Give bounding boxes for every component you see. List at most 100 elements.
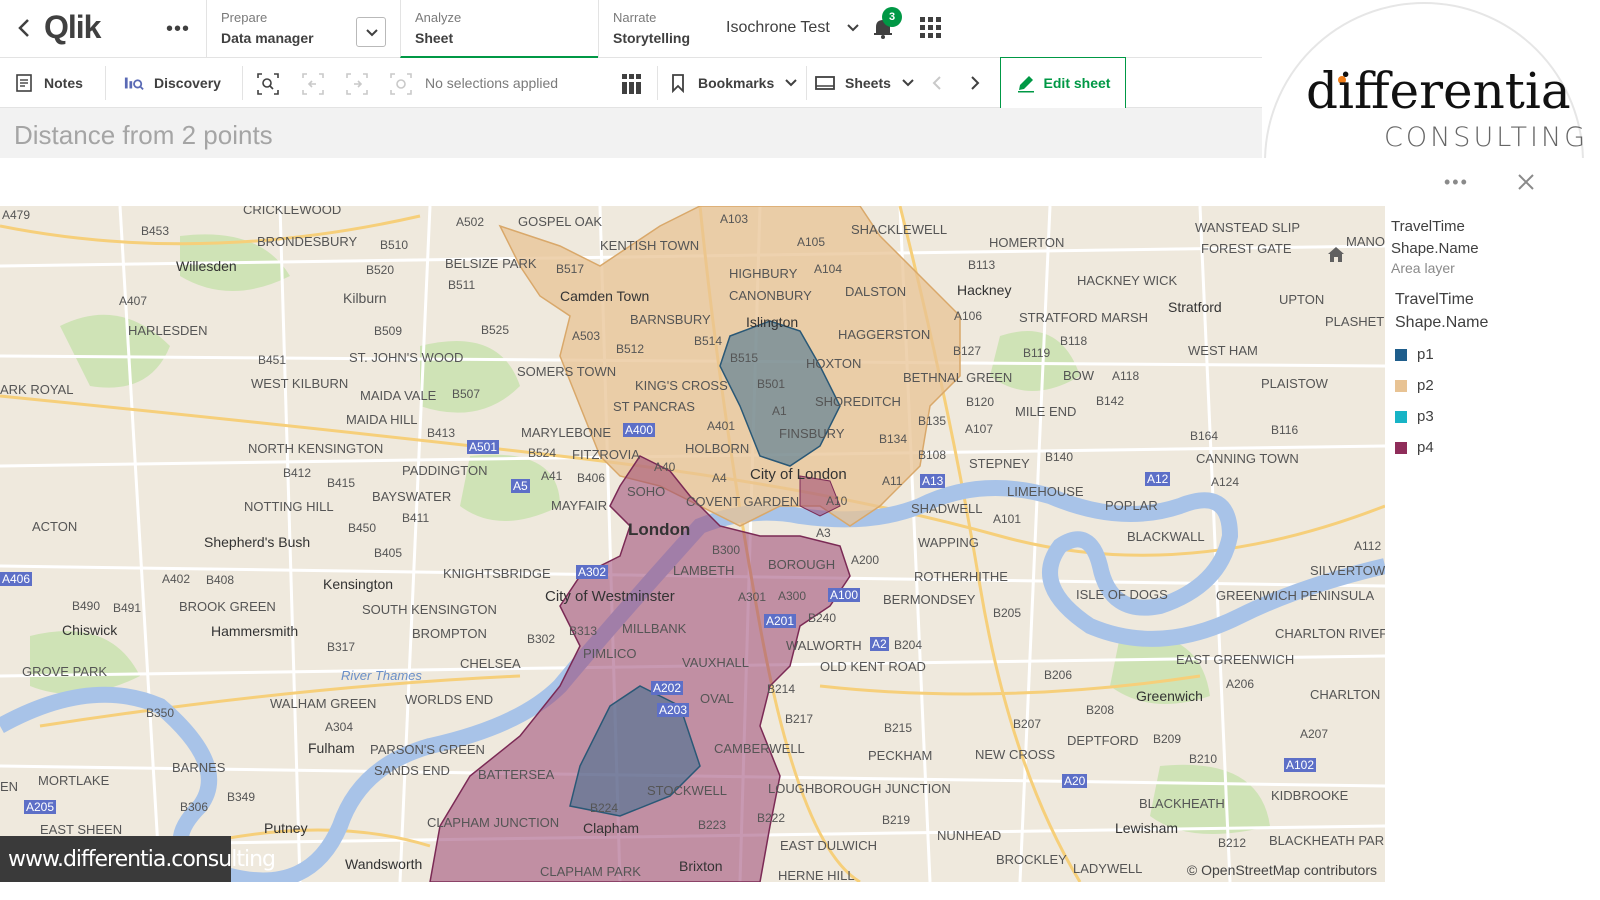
road-label: A401 — [707, 419, 736, 433]
road-shield: A102 — [1284, 758, 1317, 772]
object-more-icon[interactable]: ••• — [1444, 172, 1469, 193]
place-label: FOREST GATE — [1201, 241, 1292, 256]
place-label: BARNES — [172, 760, 226, 775]
close-icon[interactable] — [1516, 172, 1536, 192]
road-label: B453 — [141, 224, 170, 238]
nav-tab-narrate[interactable]: Narrate Storytelling — [598, 0, 708, 58]
road-shield: A202 — [651, 681, 684, 695]
place-label: SHACKLEWELL — [851, 222, 948, 237]
bookmarks-button[interactable]: Bookmarks — [668, 58, 798, 108]
road-shield: A20 — [1062, 774, 1088, 788]
legend-item-label: p2 — [1417, 377, 1434, 394]
road-label: B302 — [527, 632, 556, 646]
road-shield: A203 — [657, 703, 690, 717]
toolbar-divider — [657, 66, 658, 100]
place-label: GROVE PARK — [22, 664, 108, 679]
place-label: Lewisham — [1115, 820, 1179, 836]
road-label: A11 — [882, 474, 903, 488]
step-back-icon[interactable] — [302, 73, 324, 95]
chevron-down-icon[interactable] — [845, 20, 861, 36]
edit-sheet-button[interactable]: Edit sheet — [1000, 57, 1126, 109]
notes-label: Notes — [44, 75, 83, 91]
clear-selections-icon[interactable] — [390, 73, 412, 95]
nav-tab-analyze[interactable]: Analyze Sheet — [400, 0, 598, 58]
road-label: A10 — [826, 494, 848, 508]
notes-button[interactable]: Notes — [14, 58, 83, 108]
road-label: B524 — [528, 446, 557, 460]
place-label: CLAPHAM PARK — [540, 864, 641, 879]
app-grid-icon[interactable] — [920, 17, 942, 39]
place-label: SOUTH KENSINGTON — [362, 602, 497, 617]
legend-group-field-1: TravelTime — [1395, 291, 1474, 308]
legend-item-label: p3 — [1417, 408, 1434, 425]
place-label: Wandsworth — [345, 856, 423, 872]
place-label: BROCKLEY — [996, 852, 1067, 867]
place-label: Greenwich — [1136, 688, 1203, 704]
place-label: STEPNEY — [969, 456, 1030, 471]
legend-item[interactable]: p1 — [1395, 346, 1434, 363]
road-label: A300 — [778, 589, 807, 603]
qlik-logo[interactable]: Qlik — [44, 9, 101, 46]
place-label: BETHNAL GREEN — [903, 370, 1013, 385]
place-label: ISLE OF DOGS — [1076, 587, 1168, 602]
place-label: DALSTON — [845, 284, 907, 299]
app-title[interactable]: Isochrone Test — [726, 19, 830, 37]
road-label: B205 — [993, 606, 1022, 620]
map-attribution[interactable]: © OpenStreetMap contributors — [1187, 862, 1377, 878]
chevron-down-icon — [785, 79, 797, 87]
road-label: B501 — [757, 377, 786, 391]
place-label: EAST GREENWICH — [1176, 652, 1295, 667]
step-forward-icon[interactable] — [346, 73, 368, 95]
legend-item[interactable]: p2 — [1395, 377, 1434, 394]
sheet-title-bar: Distance from 2 points — [0, 108, 1262, 158]
place-label: LADYWELL — [1073, 861, 1143, 876]
bookmark-icon — [672, 74, 684, 93]
road-label: B313 — [569, 624, 598, 638]
road-label: B507 — [452, 387, 481, 401]
map-view[interactable]: CRICKLEWOOD BRONDESBURY Willesden HARLES… — [0, 206, 1385, 882]
prepare-dropdown-button[interactable] — [356, 17, 386, 47]
notification-badge: 3 — [882, 7, 902, 27]
place-label: Willesden — [176, 258, 237, 274]
place-label: HERNE HILL — [778, 868, 855, 882]
selections-tool-icon[interactable] — [621, 73, 643, 95]
legend-item[interactable]: p4 — [1395, 439, 1434, 456]
place-label: BARNSBURY — [630, 312, 711, 327]
place-label: BATTERSEA — [478, 767, 555, 782]
legend-group-title: TravelTime Shape.Name — [1395, 288, 1488, 334]
road-label: A101 — [993, 512, 1022, 526]
place-label: EN — [0, 779, 19, 794]
place-label: MARYLEBONE — [521, 425, 612, 440]
more-menu-icon[interactable]: ••• — [166, 18, 190, 41]
road-label: B510 — [380, 238, 409, 252]
place-label: HOMERTON — [989, 235, 1065, 250]
road-label: B113 — [968, 258, 996, 272]
nav-tab-prepare[interactable]: Prepare Data manager — [206, 0, 400, 58]
road-label: A301 — [738, 590, 767, 604]
place-label: HAGGERSTON — [838, 327, 931, 342]
road-label: B511 — [448, 278, 476, 292]
legend-layer-name: Area layer — [1391, 260, 1455, 276]
road-label: B512 — [616, 342, 645, 356]
road-label: A40 — [654, 460, 676, 474]
place-label: GREENWICH PENINSULA — [1216, 588, 1375, 603]
previous-sheet-icon[interactable] — [928, 74, 946, 92]
home-icon[interactable] — [1326, 244, 1346, 264]
place-label: WALHAM GREEN — [270, 696, 377, 711]
place-label: KNIGHTSBRIDGE — [443, 566, 551, 581]
toolbar-divider — [105, 66, 106, 100]
road-label: B306 — [180, 800, 209, 814]
map-legend: TravelTime Shape.Name Area layer TravelT… — [1385, 206, 1600, 882]
place-label-london: London — [628, 520, 691, 539]
sheets-button[interactable]: Sheets — [815, 58, 915, 108]
smart-search-icon[interactable] — [257, 73, 279, 95]
place-label: SILVERTOW — [1310, 563, 1385, 578]
discovery-button[interactable]: Discovery — [124, 58, 221, 108]
back-arrow-icon[interactable] — [14, 16, 34, 40]
legend-item[interactable]: p3 — [1395, 408, 1434, 425]
place-label: MILLBANK — [622, 621, 687, 636]
place-label: FINSBURY — [779, 426, 845, 441]
next-sheet-icon[interactable] — [966, 74, 984, 92]
road-label: B408 — [206, 573, 235, 587]
road-shield: A501 — [467, 440, 500, 454]
